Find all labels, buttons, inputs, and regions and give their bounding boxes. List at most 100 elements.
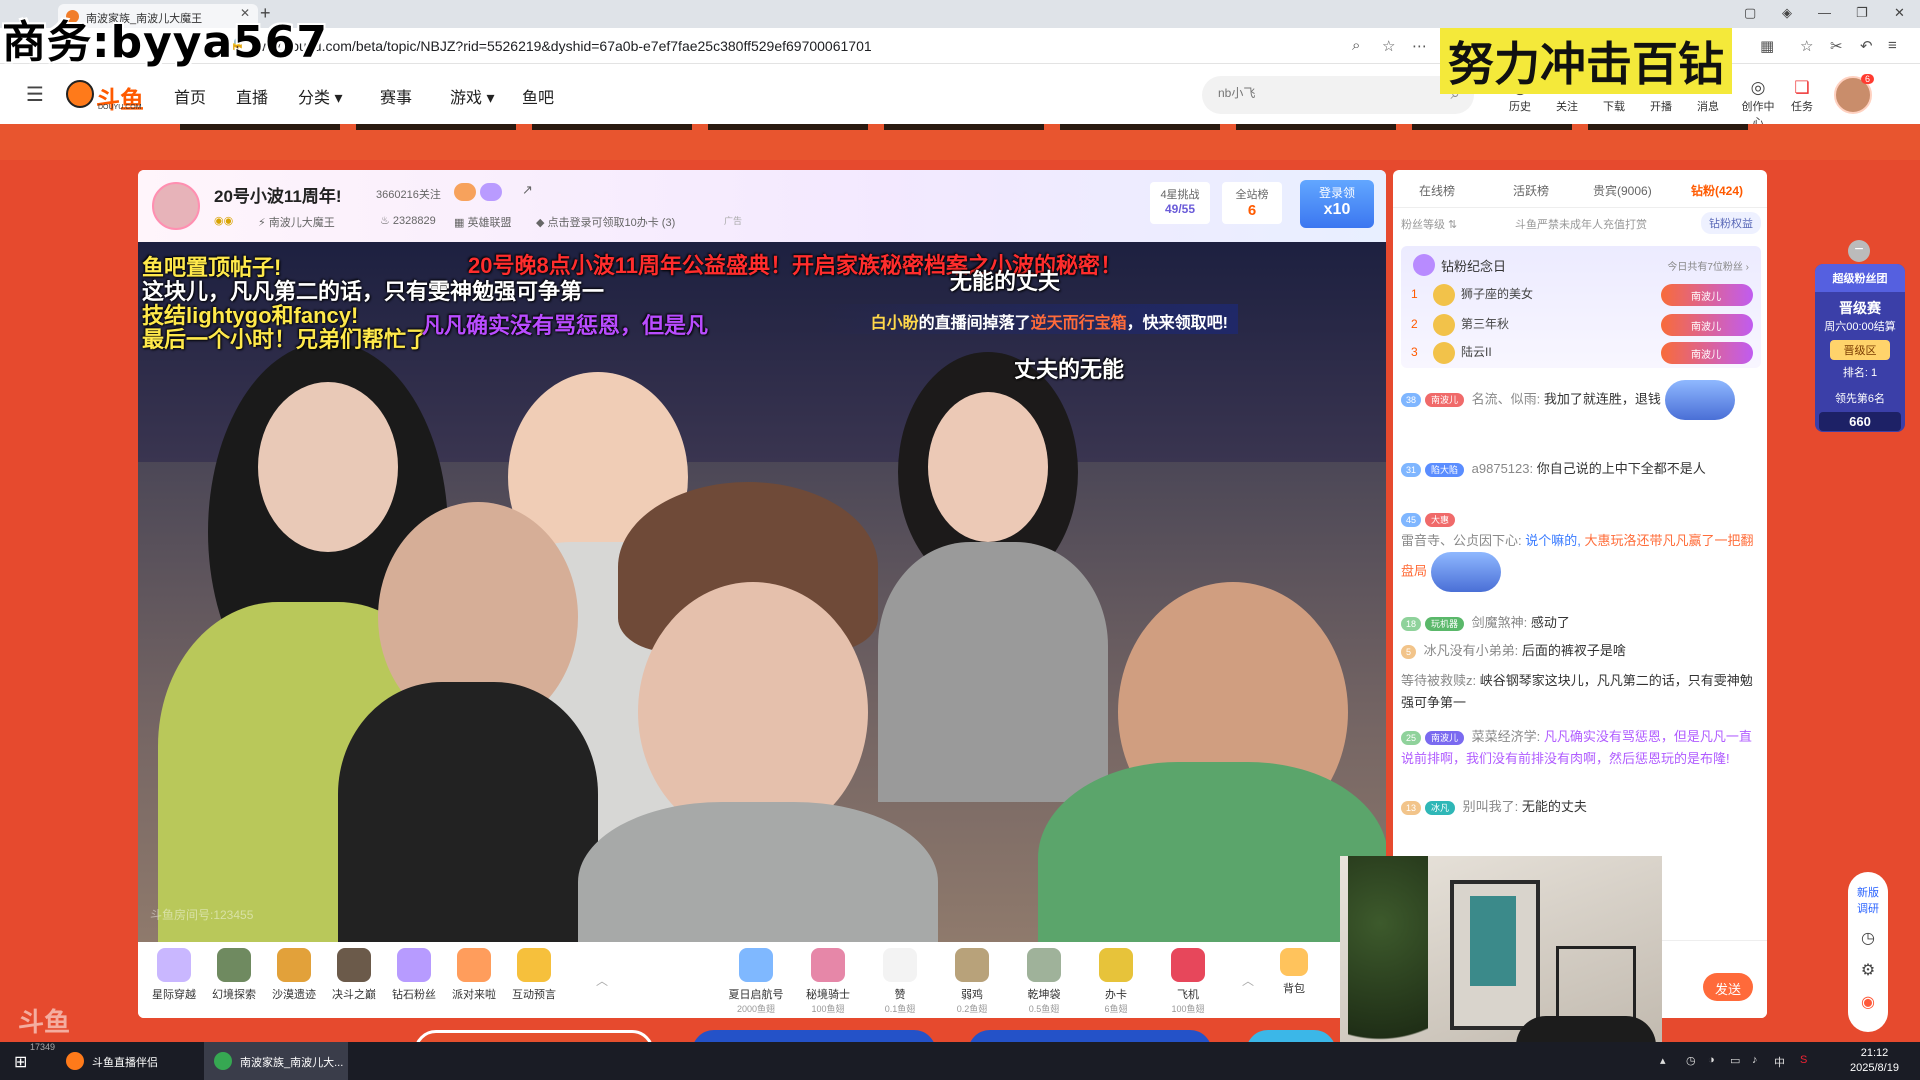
avatar bbox=[1433, 314, 1455, 336]
tray-icon[interactable]: ◷ bbox=[1686, 1054, 1696, 1067]
nav-live[interactable]: 直播 bbox=[236, 84, 268, 108]
chevron-up-icon[interactable]: ︿ bbox=[1242, 972, 1254, 989]
banner-stripe bbox=[884, 124, 1044, 130]
network-icon[interactable]: ◑ bbox=[1708, 1054, 1715, 1066]
gift-item[interactable]: 秘境骑士 100鱼翅 bbox=[798, 948, 858, 1015]
creator-center-button[interactable]: ◎ 创作中心 bbox=[1738, 78, 1778, 130]
category-link[interactable]: ▦ 英雄联盟 bbox=[454, 214, 511, 230]
taskbar-app-douyu[interactable]: 斗鱼直播伴侣 bbox=[56, 1042, 204, 1080]
favorites-icon[interactable]: ☆ bbox=[1800, 37, 1813, 55]
fan-level-label[interactable]: 粉丝等级 ⇅ bbox=[1401, 219, 1457, 231]
nav-home[interactable]: 首页 bbox=[174, 84, 206, 108]
site-rank[interactable]: 全站榜 6 bbox=[1222, 182, 1282, 224]
diamond-benefits-button[interactable]: 钻粉权益 bbox=[1701, 212, 1761, 234]
star-icon[interactable]: ☆ bbox=[1382, 37, 1395, 55]
minimize-icon[interactable]: — bbox=[1818, 5, 1831, 20]
video-player[interactable]: 鱼吧置顶帖子! 20号晚8点小波11周年公益盛典！开启家族秘密档案之小波的秘密！… bbox=[138, 242, 1386, 942]
gift-item[interactable]: 幻境探索 bbox=[204, 948, 264, 1002]
clock-icon[interactable]: ◷ bbox=[1848, 928, 1888, 948]
anchor-avatar[interactable] bbox=[152, 182, 200, 230]
tab-online-rank[interactable]: 在线榜 bbox=[1419, 182, 1455, 199]
star-challenge[interactable]: 4星挑战 49/55 bbox=[1150, 182, 1210, 224]
zoom-icon[interactable]: ⌕ bbox=[1352, 37, 1360, 54]
tab-active-rank[interactable]: 活跃榜 bbox=[1513, 182, 1549, 199]
gift-item[interactable]: 夏日启航号 2000鱼翅 bbox=[726, 948, 786, 1015]
nav-games[interactable]: 游戏 ▾ bbox=[450, 84, 495, 108]
send-button[interactable]: 发送 bbox=[1703, 973, 1753, 1001]
share-icon[interactable]: ↗ bbox=[522, 182, 533, 198]
undo-icon[interactable]: ↶ bbox=[1860, 37, 1873, 55]
person-shirt bbox=[878, 542, 1108, 802]
backpack-icon bbox=[1280, 948, 1308, 976]
anniversary-note[interactable]: 今日共有7位粉丝 › bbox=[1667, 258, 1749, 273]
duel-icon bbox=[337, 948, 371, 982]
person-face bbox=[928, 392, 1048, 542]
rank-row[interactable]: 2 第三年秋 bbox=[1411, 314, 1509, 336]
login-gift-button[interactable]: 登录领 x10 bbox=[1300, 180, 1374, 228]
volume-icon[interactable]: ♪ bbox=[1752, 1054, 1758, 1066]
tab-search-icon[interactable]: ▢ bbox=[1744, 5, 1756, 21]
collapse-icon[interactable]: − bbox=[1848, 240, 1870, 262]
scissors-icon[interactable]: ✂ bbox=[1830, 37, 1843, 55]
pin-icon[interactable]: ◈ bbox=[1782, 5, 1792, 21]
hamburger-icon[interactable]: ☰ bbox=[26, 82, 44, 107]
gift-item[interactable]: 钻石粉丝 bbox=[384, 948, 444, 1002]
search-input[interactable] bbox=[1218, 86, 1418, 100]
follow-count: 3660216关注 bbox=[376, 189, 441, 201]
menu-icon[interactable]: ≡ bbox=[1888, 37, 1897, 54]
promo-link[interactable]: ◆ 点击登录可领取10办卡 (3) bbox=[536, 214, 675, 230]
gift-item[interactable]: 乾坤袋 0.5鱼翅 bbox=[1014, 948, 1074, 1015]
anchor-name[interactable]: ⚡ 南波儿大魔王 bbox=[258, 214, 335, 230]
gift-item[interactable]: 飞机 100鱼翅 bbox=[1158, 948, 1218, 1015]
tasks-button[interactable]: ❏ 任务 bbox=[1782, 78, 1822, 114]
fan-badge: 南波儿 bbox=[1661, 342, 1753, 364]
drop-notification[interactable]: 白小盼的直播间掉落了逆天而行宝箱，快来领取吧! bbox=[818, 304, 1238, 334]
ime-indicator[interactable]: 中 bbox=[1774, 1054, 1785, 1070]
more-icon[interactable]: ⋯ bbox=[1412, 37, 1427, 55]
url-field[interactable]: www.douyu.com/beta/topic/NBJZ?rid=552621… bbox=[250, 38, 872, 54]
feedback-icon[interactable]: 新版 调研 bbox=[1848, 884, 1888, 916]
super-fan-rank[interactable]: 超级粉丝团 晋级赛 周六00:00结算 晋级区 排名: 1 领先第6名 660 bbox=[1815, 264, 1905, 432]
thumb-up-icon bbox=[883, 948, 917, 982]
gift-item[interactable]: 决斗之巅 bbox=[324, 948, 384, 1002]
gift-item[interactable]: 派对来啦 bbox=[444, 948, 504, 1002]
gift-item[interactable]: 办卡 6鱼翅 bbox=[1086, 948, 1146, 1015]
galaxy-icon bbox=[157, 948, 191, 982]
browser-app-icon bbox=[214, 1052, 232, 1070]
chicken-icon bbox=[955, 948, 989, 982]
chevron-up-icon[interactable]: ︿ bbox=[596, 972, 608, 989]
gift-item[interactable]: 弱鸡 0.2鱼翅 bbox=[942, 948, 1002, 1015]
monitor-icon[interactable]: ▭ bbox=[1730, 1054, 1740, 1067]
danmaku: 凡凡确实没有骂惩恩，但是凡 bbox=[422, 313, 709, 338]
nav-fishbar[interactable]: 鱼吧 bbox=[522, 84, 554, 108]
gift-item[interactable]: 赞 0.1鱼翅 bbox=[870, 948, 930, 1015]
nav-events[interactable]: 赛事 bbox=[380, 84, 412, 108]
tab-vip[interactable]: 贵宾(9006) bbox=[1593, 182, 1652, 199]
nav-category[interactable]: 分类 ▾ bbox=[298, 84, 343, 108]
gift-item[interactable]: 互动预言 bbox=[504, 948, 564, 1002]
apps-icon[interactable]: ▦ bbox=[1760, 37, 1774, 55]
user-avatar[interactable]: 6 bbox=[1834, 74, 1874, 114]
rank-row[interactable]: 1 狮子座的美女 bbox=[1411, 284, 1533, 306]
windows-start-icon[interactable]: ⊞ bbox=[14, 1052, 27, 1072]
danmaku: 最后一个小时！兄弟们帮忙了 bbox=[142, 327, 429, 352]
tray-icon[interactable]: ▴ bbox=[1660, 1054, 1666, 1067]
taskbar-app-browser[interactable]: 南波家族_南波儿大... bbox=[204, 1042, 348, 1080]
bulb-icon: ◎ bbox=[1750, 78, 1766, 97]
support-icon[interactable]: ◉ bbox=[1848, 992, 1888, 1012]
settings-icon[interactable]: ⚙ bbox=[1848, 960, 1888, 980]
avatar bbox=[1433, 284, 1455, 306]
chat-tabs: 在线榜 活跃榜 贵宾(9006) 钻粉(424) bbox=[1393, 170, 1767, 208]
gift-item[interactable]: 星际穿越 bbox=[144, 948, 204, 1002]
douyu-logo[interactable]: 斗鱼 DOUYU.COM bbox=[66, 78, 146, 114]
tab-diamond-fans[interactable]: 钻粉(424) bbox=[1691, 182, 1743, 199]
maximize-icon[interactable]: ❐ bbox=[1856, 5, 1868, 21]
person-shirt bbox=[1038, 762, 1386, 942]
gift-item[interactable]: 沙漠遗迹 bbox=[264, 948, 324, 1002]
backpack-button[interactable]: 背包 bbox=[1264, 948, 1324, 996]
explore-icon bbox=[217, 948, 251, 982]
clock[interactable]: 21:12 2025/8/19 bbox=[1850, 1046, 1899, 1076]
antivirus-icon[interactable]: S bbox=[1800, 1054, 1807, 1066]
close-window-icon[interactable]: ✕ bbox=[1894, 5, 1905, 21]
rank-row[interactable]: 3 陆云II bbox=[1411, 342, 1492, 364]
